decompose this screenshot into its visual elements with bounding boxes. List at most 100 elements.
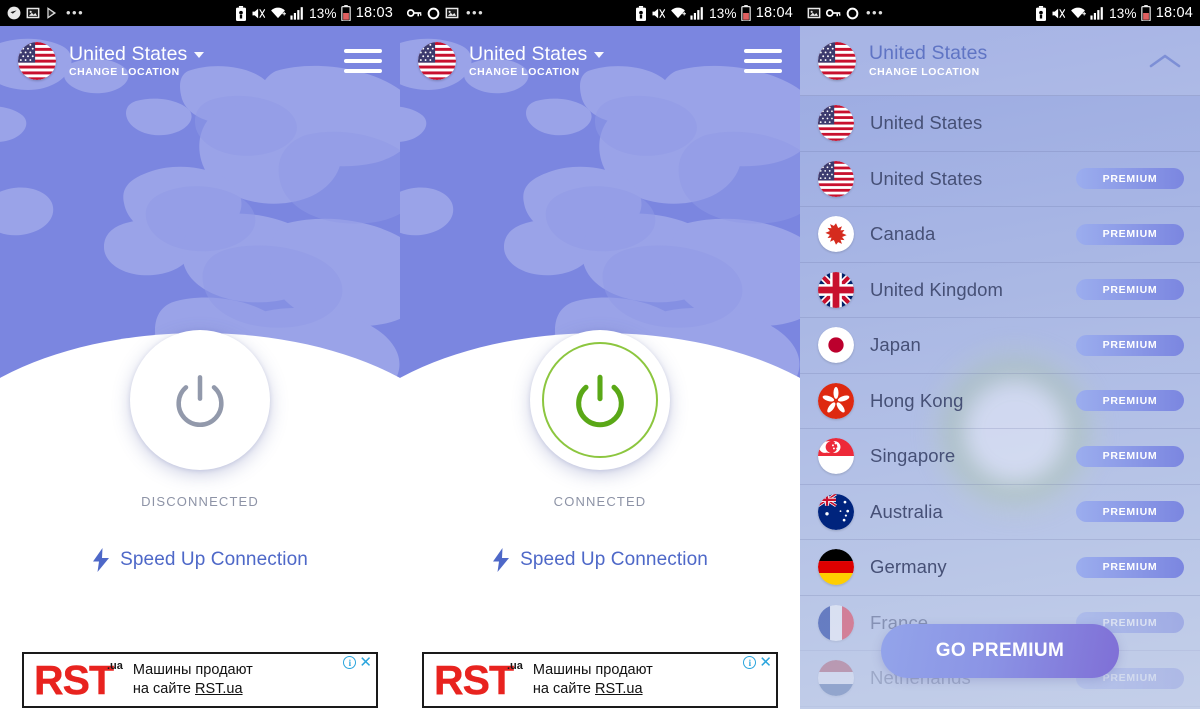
country-name: Germany bbox=[870, 556, 947, 578]
us-flag-icon bbox=[18, 42, 56, 80]
list-item[interactable]: United States PREMIUM bbox=[800, 152, 1200, 207]
ad-logo-suffix: .ua bbox=[507, 660, 523, 672]
country-name: Canada bbox=[870, 223, 936, 245]
premium-badge[interactable]: PREMIUM bbox=[1076, 279, 1184, 301]
speed-up-label: Speed Up Connection bbox=[120, 549, 308, 570]
speed-up-connection-link[interactable]: Speed Up Connection bbox=[0, 548, 400, 572]
country-name: Singapore bbox=[870, 445, 956, 467]
power-button[interactable] bbox=[130, 330, 270, 470]
location-arrow-icon bbox=[7, 6, 21, 20]
status-bar-left-icons: ••• bbox=[807, 6, 884, 20]
location-row: United States bbox=[69, 43, 205, 65]
overflow-dots-icon: ••• bbox=[466, 5, 485, 20]
au-flag-icon bbox=[818, 493, 854, 530]
lightning-bolt-icon bbox=[493, 548, 510, 572]
country-name: United States bbox=[870, 112, 983, 134]
ad-copy-link: RST.ua bbox=[195, 681, 243, 697]
overflow-dots-icon: ••• bbox=[66, 5, 85, 20]
change-location-label: CHANGE LOCATION bbox=[69, 66, 180, 79]
phone-screen-disconnected: ••• 13% 18:03 United States CHANGE LOCAT… bbox=[0, 0, 400, 709]
connection-status-label: DISCONNECTED bbox=[141, 494, 259, 509]
close-icon[interactable]: ✕ bbox=[359, 655, 372, 670]
status-bar: ••• 13% 18:03 bbox=[0, 0, 400, 26]
list-item[interactable]: United Kingdom PREMIUM bbox=[800, 263, 1200, 318]
chevron-down-icon[interactable] bbox=[594, 52, 605, 59]
country-list[interactable]: United States United States PREMIUM Cana… bbox=[800, 96, 1200, 707]
close-icon[interactable]: ✕ bbox=[759, 655, 772, 670]
ad-copy-link: RST.ua bbox=[595, 681, 643, 697]
ad-controls[interactable]: i ✕ bbox=[343, 655, 372, 670]
ad-logo: RST .ua bbox=[424, 658, 529, 702]
list-item[interactable]: Australia PREMIUM bbox=[800, 485, 1200, 540]
list-item[interactable]: Germany PREMIUM bbox=[800, 540, 1200, 596]
list-item[interactable]: Hong Kong PREMIUM bbox=[800, 374, 1200, 429]
battery-icon bbox=[1140, 5, 1151, 21]
vpn-key-icon bbox=[407, 7, 422, 19]
premium-badge[interactable]: PREMIUM bbox=[1076, 168, 1184, 190]
mute-icon bbox=[651, 6, 666, 21]
battery-percent: 13% bbox=[309, 5, 337, 21]
list-item[interactable]: United States bbox=[800, 96, 1200, 152]
vpn-key-icon bbox=[826, 7, 841, 19]
ad-info-icon[interactable]: i bbox=[343, 656, 357, 669]
status-bar-left-icons: ••• bbox=[407, 6, 484, 20]
premium-badge[interactable]: PREMIUM bbox=[1076, 223, 1184, 245]
location-row: United States bbox=[869, 43, 987, 64]
de-flag-icon bbox=[818, 549, 854, 586]
ad-copy-line1: Машины продают bbox=[532, 662, 653, 678]
hamburger-menu-icon[interactable] bbox=[344, 49, 382, 73]
list-item[interactable]: Japan PREMIUM bbox=[800, 318, 1200, 374]
power-button[interactable] bbox=[530, 330, 670, 470]
battery-icon bbox=[740, 5, 751, 21]
status-bar-right-icons: 13% 18:04 bbox=[1035, 5, 1193, 21]
overflow-dots-icon: ••• bbox=[866, 5, 885, 20]
circle-icon bbox=[846, 7, 859, 20]
go-premium-button[interactable]: GO PREMIUM bbox=[881, 624, 1119, 678]
battery-saver-icon bbox=[235, 5, 247, 21]
us-flag-icon bbox=[818, 41, 856, 80]
power-section: DISCONNECTED bbox=[0, 330, 400, 509]
us-flag-icon bbox=[818, 160, 854, 197]
signal-icon bbox=[1090, 6, 1105, 20]
ad-controls[interactable]: i ✕ bbox=[743, 655, 772, 670]
country-name: Hong Kong bbox=[870, 389, 964, 411]
chevron-down-icon[interactable] bbox=[194, 52, 205, 59]
location-block[interactable]: United States CHANGE LOCATION bbox=[869, 43, 987, 78]
location-row: United States bbox=[469, 43, 605, 65]
status-bar-left-icons: ••• bbox=[7, 6, 84, 20]
ad-logo-text: RST bbox=[434, 657, 514, 703]
premium-badge[interactable]: PREMIUM bbox=[1076, 390, 1184, 412]
power-active-ring bbox=[542, 342, 658, 458]
clock-time: 18:04 bbox=[755, 5, 793, 21]
ad-banner[interactable]: RST .ua Машины продают на сайте RST.ua i… bbox=[22, 652, 378, 708]
wifi-icon bbox=[270, 6, 287, 20]
hamburger-menu-icon[interactable] bbox=[744, 49, 782, 73]
battery-saver-icon bbox=[1035, 5, 1047, 21]
jp-flag-icon bbox=[818, 327, 854, 364]
location-block[interactable]: United States CHANGE LOCATION bbox=[469, 43, 605, 79]
image-icon bbox=[807, 6, 821, 20]
premium-badge[interactable]: PREMIUM bbox=[1076, 445, 1184, 467]
list-item[interactable]: Canada PREMIUM bbox=[800, 207, 1200, 263]
ad-banner[interactable]: RST .ua Машины продают на сайте RST.ua i… bbox=[422, 652, 778, 708]
premium-badge[interactable]: PREMIUM bbox=[1076, 334, 1184, 356]
ad-logo-text: RST bbox=[34, 657, 114, 703]
image-icon bbox=[445, 6, 459, 20]
country-name: Japan bbox=[870, 334, 921, 356]
chevron-up-icon[interactable] bbox=[1148, 44, 1182, 78]
location-list-header[interactable]: United States CHANGE LOCATION bbox=[800, 26, 1200, 96]
ad-copy-line2: на сайте RST.ua bbox=[533, 680, 653, 699]
list-item[interactable]: Singapore PREMIUM bbox=[800, 429, 1200, 485]
ad-copy-line1: Машины продают bbox=[132, 662, 253, 678]
lightning-bolt-icon bbox=[93, 548, 110, 572]
premium-badge[interactable]: PREMIUM bbox=[1076, 501, 1184, 523]
speed-up-connection-link[interactable]: Speed Up Connection bbox=[400, 548, 800, 572]
location-block[interactable]: United States CHANGE LOCATION bbox=[69, 43, 205, 79]
ad-info-icon[interactable]: i bbox=[743, 656, 757, 669]
ad-copy: Машины продают на сайте RST.ua bbox=[129, 661, 253, 699]
power-icon bbox=[176, 375, 224, 427]
speed-up-label: Speed Up Connection bbox=[520, 549, 708, 570]
status-bar: ••• 13% 18:04 bbox=[800, 0, 1200, 26]
premium-badge[interactable]: PREMIUM bbox=[1076, 556, 1184, 578]
clock-time: 18:03 bbox=[355, 5, 393, 21]
